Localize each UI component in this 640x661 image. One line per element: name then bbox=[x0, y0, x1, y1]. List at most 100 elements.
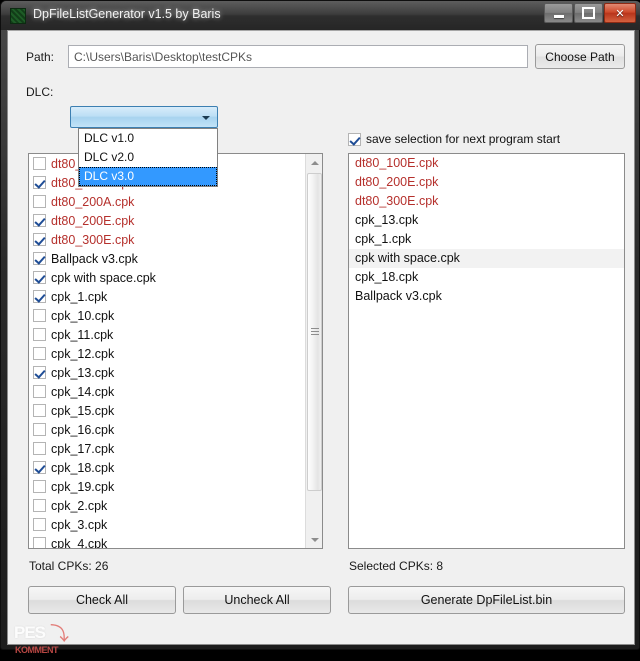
cpk-list-item[interactable]: cpk_3.cpk bbox=[29, 515, 307, 534]
checkbox-icon[interactable] bbox=[33, 385, 46, 398]
total-cpks-label: Total CPKs: 26 bbox=[29, 559, 109, 573]
checkbox-icon[interactable] bbox=[33, 499, 46, 512]
minimize-button[interactable] bbox=[544, 3, 573, 23]
watermark-line1: PES bbox=[14, 623, 46, 642]
scroll-down-icon[interactable] bbox=[306, 531, 322, 548]
cpk-list-item[interactable]: cpk_19.cpk bbox=[29, 477, 307, 496]
maximize-button[interactable] bbox=[574, 3, 603, 23]
scroll-up-icon[interactable] bbox=[306, 154, 322, 171]
checkbox-icon[interactable] bbox=[33, 423, 46, 436]
checkbox-icon[interactable] bbox=[33, 480, 46, 493]
cpk-list-item[interactable]: dt80_200E.cpk bbox=[29, 211, 307, 230]
checkbox-icon[interactable] bbox=[33, 347, 46, 360]
scrollbar-thumb[interactable] bbox=[307, 173, 322, 491]
selected-cpk-item[interactable]: cpk with space.cpk bbox=[349, 249, 624, 268]
watermark-line2: KOMMENT bbox=[15, 645, 59, 655]
dlc-option[interactable]: DLC v2.0 bbox=[79, 148, 217, 167]
dlc-dropdown-list[interactable]: DLC v1.0 DLC v2.0 DLC v3.0 bbox=[78, 128, 218, 187]
cpk-list-item-label: cpk_17.cpk bbox=[51, 441, 115, 456]
cpk-list-item[interactable]: cpk_15.cpk bbox=[29, 401, 307, 420]
cpk-list-item[interactable]: cpk_2.cpk bbox=[29, 496, 307, 515]
cpk-list-item-label: cpk_10.cpk bbox=[51, 308, 115, 323]
checkbox-icon[interactable] bbox=[33, 271, 46, 284]
checkbox-icon[interactable] bbox=[33, 461, 46, 474]
cpk-list-item-label: cpk_15.cpk bbox=[51, 403, 115, 418]
cpk-list-item-label: cpk_16.cpk bbox=[51, 422, 115, 437]
selected-cpk-item[interactable]: dt80_100E.cpk bbox=[349, 154, 624, 173]
checkbox-icon[interactable] bbox=[33, 442, 46, 455]
cpk-list-item-label: cpk_2.cpk bbox=[51, 498, 108, 513]
checkbox-icon[interactable] bbox=[33, 214, 46, 227]
cpk-list-item-label: cpk_4.cpk bbox=[51, 536, 108, 549]
selected-cpk-item[interactable]: cpk_13.cpk bbox=[349, 211, 624, 230]
chevron-down-icon bbox=[202, 116, 210, 120]
path-input[interactable] bbox=[68, 45, 528, 68]
dlc-combobox[interactable] bbox=[70, 106, 218, 128]
close-icon: ✕ bbox=[615, 7, 625, 20]
checkbox-icon[interactable] bbox=[348, 132, 361, 146]
cpk-list-item-label: dt80_200A.cpk bbox=[51, 194, 135, 209]
cpk-list-item[interactable]: cpk_4.cpk bbox=[29, 534, 307, 549]
cpk-list-item-label: cpk_13.cpk bbox=[51, 365, 115, 380]
cpk-list-item[interactable]: cpk_17.cpk bbox=[29, 439, 307, 458]
cpk-list-item-label: cpk_3.cpk bbox=[51, 517, 108, 532]
selected-cpk-list[interactable]: dt80_100E.cpk dt80_200E.cpk dt80_300E.cpk c… bbox=[348, 153, 625, 549]
close-button[interactable]: ✕ bbox=[604, 3, 636, 23]
client-area: Path: Choose Path DLC: DLC v1.0 DLC v2.0… bbox=[7, 30, 635, 655]
cpk-list-item-label: Ballpack v3.cpk bbox=[51, 251, 138, 266]
cpk-list-item-label: cpk_18.cpk bbox=[51, 460, 115, 475]
cpk-list-item-label: cpk_1.cpk bbox=[51, 289, 108, 304]
checkbox-icon[interactable] bbox=[33, 309, 46, 322]
cpk-list-item[interactable]: cpk_12.cpk bbox=[29, 344, 307, 363]
cpk-list-item[interactable]: cpk_14.cpk bbox=[29, 382, 307, 401]
uncheck-all-button[interactable]: Uncheck All bbox=[183, 586, 331, 614]
cpk-list-item[interactable]: cpk_18.cpk bbox=[29, 458, 307, 477]
dlc-label: DLC: bbox=[26, 85, 54, 99]
application-window: DpFileListGenerator v1.5 by Baris ✕ Path… bbox=[0, 0, 640, 655]
cpk-file-list-items: dt80_100E.cpkdt80_100E.cpkdt80_200A.cpkd… bbox=[29, 154, 307, 549]
generate-button[interactable]: Generate DpFileList.bin bbox=[348, 586, 625, 614]
checkbox-icon[interactable] bbox=[33, 233, 46, 246]
cpk-list-item[interactable]: cpk_16.cpk bbox=[29, 420, 307, 439]
checkbox-icon[interactable] bbox=[33, 252, 46, 265]
cpk-list-item[interactable]: cpk with space.cpk bbox=[29, 268, 307, 287]
checkbox-icon[interactable] bbox=[33, 176, 46, 189]
cpk-list-item[interactable]: Ballpack v3.cpk bbox=[29, 249, 307, 268]
selected-cpk-item[interactable]: dt80_200E.cpk bbox=[349, 173, 624, 192]
cpk-list-item[interactable]: cpk_10.cpk bbox=[29, 306, 307, 325]
left-list-scrollbar[interactable] bbox=[305, 154, 322, 548]
checkbox-icon[interactable] bbox=[33, 328, 46, 341]
checkbox-icon[interactable] bbox=[33, 157, 46, 170]
app-icon bbox=[10, 8, 26, 24]
cpk-list-item[interactable]: dt80_300E.cpk bbox=[29, 230, 307, 249]
path-label: Path: bbox=[26, 50, 55, 64]
minimize-icon bbox=[545, 4, 572, 22]
check-all-button[interactable]: Check All bbox=[28, 586, 176, 614]
window-title: DpFileListGenerator v1.5 by Baris bbox=[33, 7, 221, 21]
cpk-list-item-label: cpk_19.cpk bbox=[51, 479, 115, 494]
title-bar[interactable]: DpFileListGenerator v1.5 by Baris ✕ bbox=[1, 1, 640, 30]
cpk-list-item[interactable]: dt80_200A.cpk bbox=[29, 192, 307, 211]
save-selection-checkbox[interactable]: save selection for next program start bbox=[348, 132, 560, 146]
checkbox-icon[interactable] bbox=[33, 404, 46, 417]
save-selection-label: save selection for next program start bbox=[366, 132, 561, 146]
checkbox-icon[interactable] bbox=[33, 537, 46, 548]
cpk-list-item[interactable]: cpk_11.cpk bbox=[29, 325, 307, 344]
cpk-file-list[interactable]: dt80_100E.cpkdt80_100E.cpkdt80_200A.cpkd… bbox=[28, 153, 323, 549]
cpk-list-item-label: cpk_12.cpk bbox=[51, 346, 115, 361]
dlc-option-selected[interactable]: DLC v3.0 bbox=[79, 167, 217, 186]
scrollbar-grip-icon bbox=[311, 328, 319, 336]
cpk-list-item-label: dt80_200E.cpk bbox=[51, 213, 135, 228]
dlc-option[interactable]: DLC v1.0 bbox=[79, 129, 217, 148]
selected-cpk-item[interactable]: dt80_300E.cpk bbox=[349, 192, 624, 211]
checkbox-icon[interactable] bbox=[33, 290, 46, 303]
choose-path-button[interactable]: Choose Path bbox=[535, 44, 625, 69]
selected-cpk-item[interactable]: cpk_18.cpk bbox=[349, 268, 624, 287]
selected-cpk-item[interactable]: Ballpack v3.cpk bbox=[349, 287, 624, 306]
checkbox-icon[interactable] bbox=[33, 518, 46, 531]
checkbox-icon[interactable] bbox=[33, 366, 46, 379]
cpk-list-item[interactable]: cpk_1.cpk bbox=[29, 287, 307, 306]
checkbox-icon[interactable] bbox=[33, 195, 46, 208]
cpk-list-item[interactable]: cpk_13.cpk bbox=[29, 363, 307, 382]
selected-cpk-item[interactable]: cpk_1.cpk bbox=[349, 230, 624, 249]
